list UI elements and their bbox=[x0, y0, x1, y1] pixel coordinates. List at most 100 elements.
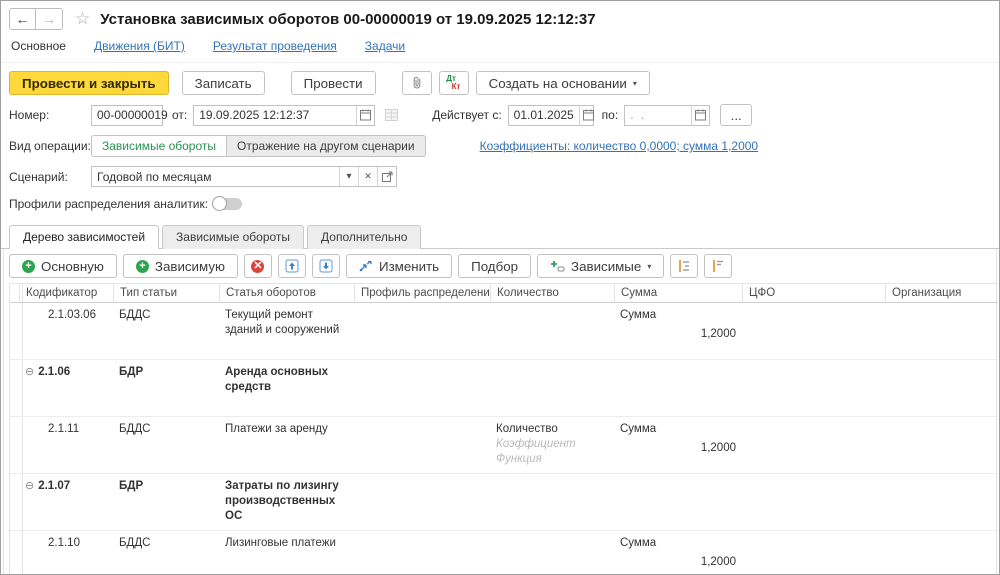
article-cell: Платежи за аренду bbox=[219, 417, 354, 474]
tree-tab-panel: + Основную + Зависимую ✕ bbox=[3, 249, 997, 575]
article-cell: Затраты по лизингу производственных ОС bbox=[219, 474, 354, 531]
article-type-cell: БДДС bbox=[113, 303, 219, 360]
scenario-combo[interactable]: Годовой по месяцам ▾ ✕ bbox=[91, 166, 397, 187]
add-icon: + bbox=[22, 260, 35, 273]
profile-cell bbox=[354, 360, 490, 417]
article-cell: Аренда основных средств bbox=[219, 360, 354, 417]
profiles-row: Профили распределения аналитик: bbox=[1, 190, 999, 214]
attachments-button[interactable] bbox=[402, 71, 432, 95]
valid-from-label: Действует с: bbox=[432, 108, 501, 122]
cfo-cell bbox=[742, 360, 885, 417]
organization-cell bbox=[885, 303, 998, 360]
quantity-cell bbox=[490, 474, 614, 531]
table-row[interactable]: ⊖2.1.07 БДР Затраты по лизингу производс… bbox=[9, 474, 998, 531]
tab-additional[interactable]: Дополнительно bbox=[307, 225, 421, 249]
post-and-close-button[interactable]: Провести и закрыть bbox=[9, 71, 169, 95]
article-cell: Текущий ремонт зданий и сооружений bbox=[219, 303, 354, 360]
table-row[interactable]: 2.1.11 БДДС Платежи за аренду Количество… bbox=[9, 417, 998, 474]
dependents-menu-button[interactable]: Зависимые ▾ bbox=[537, 254, 664, 278]
operation-option-other-scenario[interactable]: Отражение на другом сценарии bbox=[227, 135, 426, 157]
delete-row-button[interactable]: ✕ bbox=[244, 254, 272, 278]
column-header[interactable]: ЦФО bbox=[742, 283, 885, 303]
calendar-icon[interactable] bbox=[356, 106, 374, 125]
arrow-down-icon bbox=[319, 259, 333, 273]
page-title: Установка зависимых оборотов 00-00000019… bbox=[100, 11, 595, 28]
forward-button[interactable]: → bbox=[36, 8, 63, 30]
scenario-row: Сценарий: Годовой по месяцам ▾ ✕ bbox=[1, 160, 999, 190]
clear-icon[interactable]: ✕ bbox=[358, 167, 377, 186]
move-up-button[interactable] bbox=[278, 254, 306, 278]
collapse-node-icon[interactable]: ⊖ bbox=[25, 480, 34, 492]
organization-cell bbox=[885, 360, 998, 417]
sum-cell: Сумма 1,2000 bbox=[614, 303, 742, 360]
table-header: Кодификатор Тип статьи Статья оборотов П… bbox=[9, 283, 998, 303]
create-based-on-button[interactable]: Создать на основании ▾ bbox=[476, 71, 650, 95]
column-header[interactable]: Сумма bbox=[614, 283, 742, 303]
operation-switch: Зависимые обороты Отражение на другом сц… bbox=[91, 135, 426, 157]
tree-levels-icon bbox=[711, 259, 725, 273]
nav-link-posting-result[interactable]: Результат проведения bbox=[213, 39, 337, 53]
document-date-field[interactable]: 19.09.2025 12:12:37 bbox=[193, 105, 375, 126]
table-row[interactable]: ⊖2.1.06 БДР Аренда основных средств bbox=[9, 360, 998, 417]
sum-cell bbox=[614, 360, 742, 417]
collapse-node-icon[interactable]: ⊖ bbox=[25, 366, 34, 378]
calendar-icon[interactable] bbox=[579, 106, 597, 125]
forward-arrow-icon: → bbox=[42, 11, 56, 27]
favorite-star-icon[interactable]: ☆ bbox=[75, 9, 90, 29]
cfo-cell bbox=[742, 417, 885, 474]
column-header[interactable]: Количество bbox=[490, 283, 614, 303]
column-header[interactable]: Тип статьи bbox=[113, 283, 219, 303]
back-button[interactable]: ← bbox=[9, 8, 36, 30]
table-toolbar: + Основную + Зависимую ✕ bbox=[4, 249, 996, 283]
add-dependent-button[interactable]: + Зависимую bbox=[123, 254, 238, 278]
toggle-knob bbox=[212, 196, 227, 211]
add-icon: + bbox=[136, 260, 149, 273]
coefficients-link[interactable]: Коэффициенты: количество 0,0000; сумма 1… bbox=[480, 139, 759, 153]
more-periods-button[interactable]: ... bbox=[720, 104, 752, 126]
valid-to-field[interactable]: . . bbox=[624, 105, 710, 126]
calendar-icon[interactable] bbox=[691, 106, 709, 125]
profiles-label: Профили распределения аналитик: bbox=[9, 197, 208, 211]
sum-cell: Сумма 1,2000 bbox=[614, 417, 742, 474]
add-main-button[interactable]: + Основную bbox=[9, 254, 117, 278]
chevron-down-icon: ▾ bbox=[633, 79, 637, 88]
quantity-cell bbox=[490, 303, 614, 360]
table-row[interactable]: 2.1.10 БДДС Лизинговые платежи Сумма 1,2… bbox=[9, 531, 998, 575]
tree-level-collapse-button[interactable] bbox=[670, 254, 698, 278]
column-header[interactable]: Статья оборотов bbox=[219, 283, 354, 303]
post-button[interactable]: Провести bbox=[291, 71, 376, 95]
quantity-cell: Количество Коэффициент Функция bbox=[490, 417, 614, 474]
detail-tabs: Дерево зависимостей Зависимые обороты До… bbox=[1, 218, 999, 249]
profile-cell bbox=[354, 531, 490, 575]
column-header[interactable]: Организация bbox=[885, 283, 998, 303]
dropdown-icon[interactable]: ▾ bbox=[339, 167, 358, 186]
table-row[interactable]: 2.1.03.06 БДДС Текущий ремонт зданий и с… bbox=[9, 303, 998, 360]
profiles-toggle[interactable] bbox=[214, 198, 242, 210]
article-cell: Лизинговые платежи bbox=[219, 531, 354, 575]
valid-from-field[interactable]: 01.01.2025 bbox=[508, 105, 594, 126]
save-button[interactable]: Записать bbox=[182, 71, 265, 95]
number-field[interactable]: 00-00000019 bbox=[91, 105, 163, 126]
tab-dependent-turnovers[interactable]: Зависимые обороты bbox=[162, 225, 304, 249]
window-header: ← → ☆ Установка зависимых оборотов 00-00… bbox=[1, 1, 999, 33]
open-item-icon[interactable] bbox=[377, 167, 396, 186]
chevron-down-icon: ▾ bbox=[647, 262, 651, 271]
codifier-cell: ⊖2.1.06 bbox=[19, 360, 113, 417]
move-down-button[interactable] bbox=[312, 254, 340, 278]
dt-kt-register-button[interactable]: Дт Кт bbox=[439, 71, 469, 95]
nav-link-tasks[interactable]: Задачи bbox=[365, 39, 405, 53]
codifier-cell: 2.1.10 bbox=[19, 531, 113, 575]
nav-link-movements[interactable]: Движения (БИТ) bbox=[94, 39, 185, 53]
column-header[interactable]: Профиль распределения bbox=[354, 283, 490, 303]
nav-item-main[interactable]: Основное bbox=[11, 39, 66, 53]
document-window: ← → ☆ Установка зависимых оборотов 00-00… bbox=[0, 0, 1000, 575]
codifier-cell: ⊖2.1.07 bbox=[19, 474, 113, 531]
pick-button[interactable]: Подбор bbox=[458, 254, 531, 278]
edit-button[interactable]: Изменить bbox=[346, 254, 452, 278]
tab-dependency-tree[interactable]: Дерево зависимостей bbox=[9, 225, 159, 249]
column-header[interactable]: Кодификатор bbox=[19, 283, 113, 303]
operation-option-dependent[interactable]: Зависимые обороты bbox=[91, 135, 227, 157]
tree-level-expand-button[interactable] bbox=[704, 254, 732, 278]
from-label: от: bbox=[172, 108, 187, 122]
article-type-cell: БДДС bbox=[113, 417, 219, 474]
